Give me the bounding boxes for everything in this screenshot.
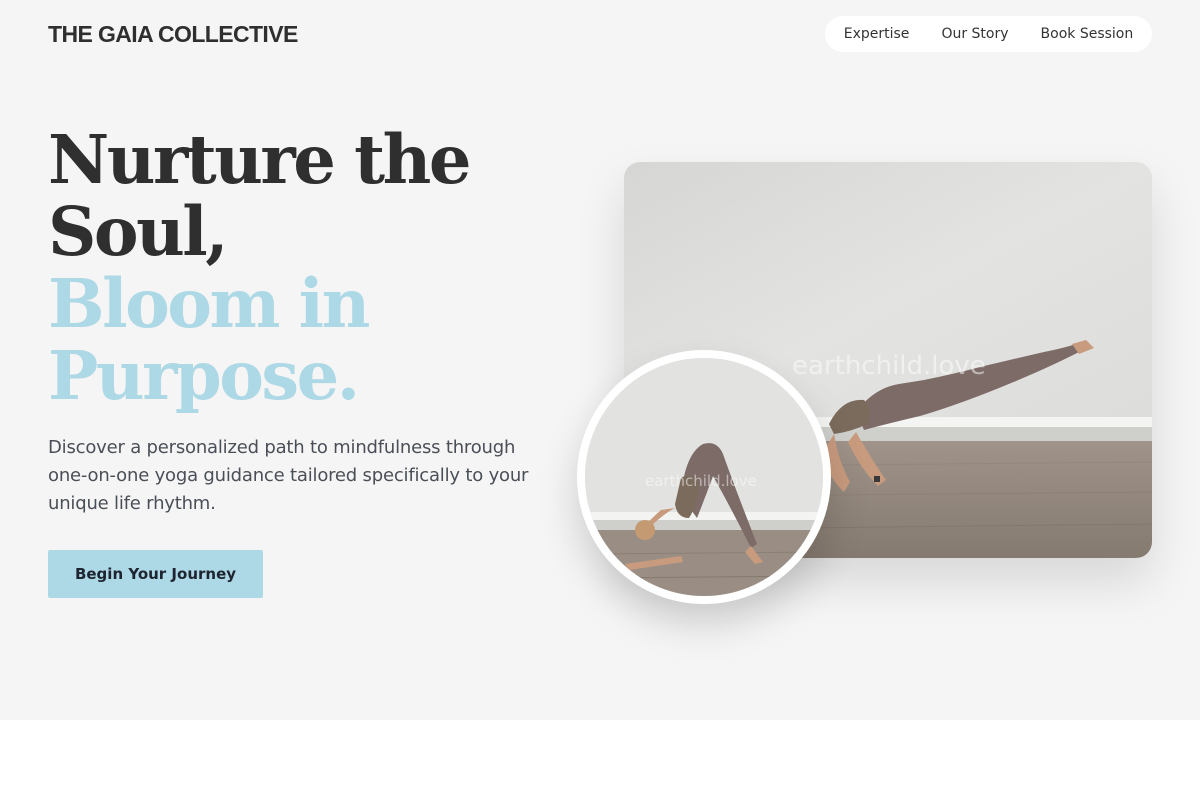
nav-link-book-session[interactable]: Book Session [1041, 26, 1134, 42]
headline-accent-line-2: Purpose. [48, 336, 360, 415]
hero-section: THE GAIA COLLECTIVE Expertise Our Story … [0, 0, 1200, 720]
yoga-pose-inset-image: earthchild.love [577, 350, 831, 604]
nav-link-expertise[interactable]: Expertise [844, 26, 910, 42]
inset-image-watermark: earthchild.love [645, 472, 757, 490]
begin-journey-button[interactable]: Begin Your Journey [48, 550, 263, 598]
hero-headline: Nurture the Soul, Bloom in Purpose. [48, 124, 528, 412]
headline-accent-line-1: Bloom in [48, 264, 370, 343]
hero-description: Discover a personalized path to mindfuln… [48, 437, 529, 514]
main-nav: Expertise Our Story Book Session [825, 16, 1152, 52]
headline-line-2: Soul, [48, 192, 229, 271]
nav-link-our-story[interactable]: Our Story [941, 26, 1008, 42]
brand-logo[interactable]: THE GAIA COLLECTIVE [48, 20, 298, 48]
headline-line-1: Nurture the [48, 120, 471, 199]
